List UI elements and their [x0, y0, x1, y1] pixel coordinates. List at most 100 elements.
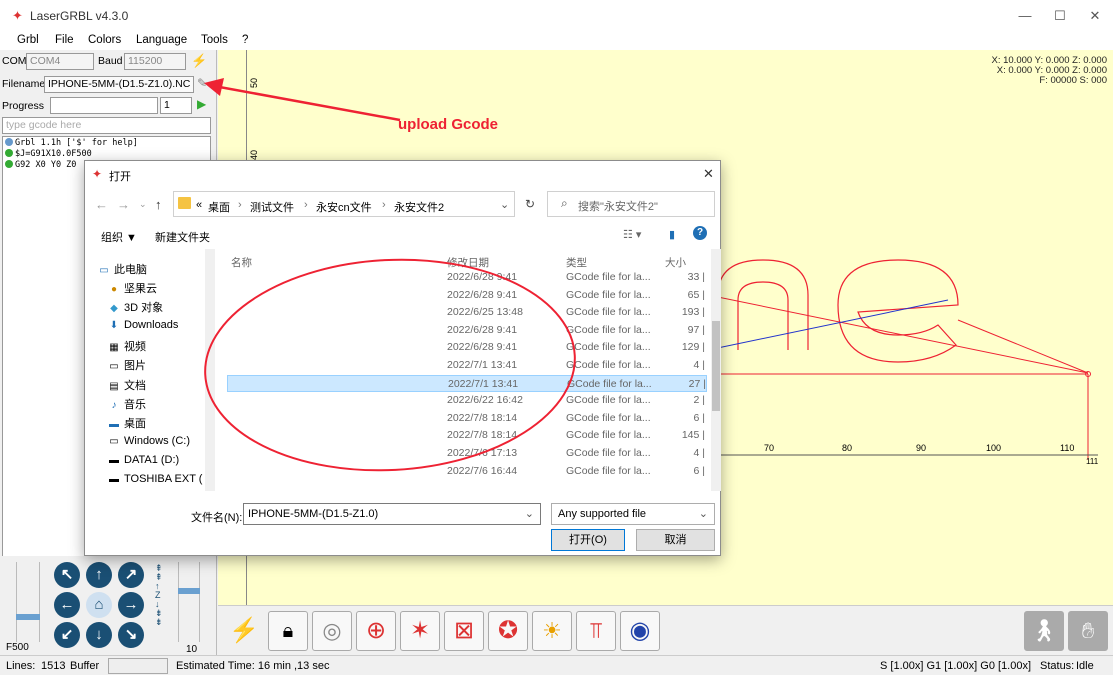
- address-chevron-icon[interactable]: ⌄: [500, 198, 509, 211]
- lightning-icon[interactable]: ⚡: [224, 611, 264, 651]
- buffer-bar: [108, 658, 168, 674]
- cancel-button[interactable]: 取消: [636, 529, 715, 551]
- address-bar[interactable]: « 桌面 › 测试文件 › 永安cn文件 › 永安文件2 ⌄: [173, 191, 515, 217]
- nav-item-music[interactable]: ♪ 音乐: [107, 396, 147, 412]
- menu-bar: Grbl File Colors Language Tools ?: [0, 32, 1113, 50]
- step-value: 10: [186, 644, 198, 655]
- new-folder-button[interactable]: 新建文件夹: [155, 229, 210, 245]
- console-line: $J=G91X10.0F500: [5, 149, 208, 160]
- refresh-icon[interactable]: ↻: [525, 197, 535, 211]
- scroll-thumb[interactable]: [712, 321, 720, 411]
- minimize-button[interactable]: —: [1010, 6, 1040, 26]
- breadcrumb-item[interactable]: 永安cn文件: [316, 199, 372, 215]
- menu-file[interactable]: File: [55, 34, 74, 46]
- nav-item-3d-objects[interactable]: ◆ 3D 对象: [107, 299, 163, 315]
- jog-down-left-button[interactable]: ↙: [54, 622, 80, 648]
- annotation-label: upload Gcode: [398, 116, 499, 133]
- breadcrumb-overflow[interactable]: «: [196, 199, 202, 211]
- file-size: 6 |: [693, 464, 705, 477]
- annotation-circle: [204, 258, 576, 472]
- feed-slider[interactable]: [16, 562, 40, 642]
- step-slider-thumb[interactable]: [178, 588, 200, 594]
- jog-up-button[interactable]: ↑: [86, 562, 112, 588]
- open-button[interactable]: 打开(O): [551, 529, 625, 551]
- dialog-close-icon[interactable]: ✕: [703, 166, 714, 182]
- status-value: Idle: [1076, 660, 1094, 672]
- nav-item-drive-d[interactable]: ▬ DATA1 (D:): [107, 454, 179, 466]
- help-icon[interactable]: ?: [693, 226, 707, 240]
- jog-left-button[interactable]: ←: [54, 592, 80, 618]
- gcode-input[interactable]: type gcode here: [2, 117, 211, 134]
- feed-slider-thumb[interactable]: [16, 614, 40, 620]
- file-size: 4 |: [693, 359, 705, 371]
- filename-chevron-icon[interactable]: ⌄: [525, 507, 534, 520]
- search-icon: ⌕: [561, 196, 568, 210]
- laser-pointer-icon[interactable]: ⫪: [576, 611, 616, 651]
- walk-icon[interactable]: 🚶︎: [1024, 611, 1064, 651]
- file-type: GCode file for la...: [566, 306, 651, 319]
- ok-icon: [5, 160, 13, 168]
- nav-item-this-pc[interactable]: ▭ 此电脑: [97, 261, 147, 277]
- back-icon[interactable]: ←: [95, 197, 108, 212]
- lock-icon[interactable]: 🔒︎: [268, 611, 308, 651]
- breadcrumb-item[interactable]: 桌面: [208, 199, 230, 215]
- column-size[interactable]: 大小: [665, 255, 686, 270]
- nav-item-downloads[interactable]: ⬇ Downloads: [107, 319, 179, 331]
- search-input[interactable]: 搜索"永安文件2": [547, 191, 715, 217]
- menu-colors[interactable]: Colors: [88, 34, 121, 46]
- com-select[interactable]: COM4: [26, 53, 94, 70]
- nav-item-desktop[interactable]: ▬ 桌面: [107, 415, 146, 431]
- baud-select[interactable]: 115200: [124, 53, 186, 70]
- forward-icon[interactable]: →: [117, 197, 130, 212]
- breadcrumb-item[interactable]: 测试文件: [250, 199, 294, 215]
- step-slider[interactable]: [178, 562, 200, 642]
- filename-label: 文件名(N):: [191, 512, 243, 524]
- breadcrumb-item[interactable]: 永安文件2: [394, 199, 444, 215]
- repeat-count-input[interactable]: 1: [160, 97, 192, 114]
- jog-down-right-button[interactable]: ↘: [118, 622, 144, 648]
- file-size: 193 |: [681, 306, 705, 319]
- connect-icon[interactable]: ⚡: [191, 53, 207, 69]
- jog-down-button[interactable]: ↓: [86, 622, 112, 648]
- stop-hand-icon[interactable]: ✋︎: [1068, 611, 1108, 651]
- ok-icon: [5, 149, 13, 157]
- desktop-icon: ▬: [109, 419, 119, 430]
- z-axis-arrows-icon[interactable]: ⇞ ⇞ ↑ Z ↓ ⇟ ⇟: [155, 564, 163, 627]
- dialog-filename-input[interactable]: IPHONE-5MM-(D1.5-Z1.0) ⌄: [243, 503, 541, 525]
- maximize-button[interactable]: ☐: [1045, 6, 1075, 26]
- view-options-icon[interactable]: ☷ ▾: [623, 228, 641, 241]
- nav-item-videos[interactable]: ▦ 视频: [107, 338, 146, 354]
- computer-icon: ▭: [99, 265, 109, 276]
- circle-star-icon[interactable]: ✪: [488, 611, 528, 651]
- close-button[interactable]: ✕: [1080, 6, 1110, 26]
- organize-button[interactable]: 组织 ▼: [101, 229, 137, 245]
- star-icon[interactable]: ✶: [400, 611, 440, 651]
- frame-icon[interactable]: ⊠: [444, 611, 484, 651]
- menu-tools[interactable]: Tools: [201, 34, 228, 46]
- jog-up-right-button[interactable]: ↗: [118, 562, 144, 588]
- preview-pane-icon[interactable]: ▮: [669, 228, 675, 241]
- menu-language[interactable]: Language: [136, 34, 187, 46]
- buffer-label: Buffer: [70, 660, 100, 672]
- nav-item-pictures[interactable]: ▭ 图片: [107, 357, 146, 373]
- nav-item-toshiba[interactable]: ▬ TOSHIBA EXT (: [107, 473, 202, 485]
- file-type-chevron-icon[interactable]: ⌄: [699, 507, 708, 520]
- globe-icon[interactable]: ◎: [312, 611, 352, 651]
- file-size: 145 |: [681, 429, 705, 442]
- home-button[interactable]: ⌂: [86, 592, 112, 618]
- menu-grbl[interactable]: Grbl: [17, 34, 39, 46]
- target-icon[interactable]: ⊕: [356, 611, 396, 651]
- file-list-scrollbar[interactable]: [711, 249, 721, 491]
- nav-item-jianguoyun[interactable]: ● 坚果云: [107, 280, 157, 296]
- nav-item-documents[interactable]: ▤ 文档: [107, 377, 146, 393]
- up-folder-icon[interactable]: ↑: [155, 197, 162, 212]
- file-type-select[interactable]: Any supported file ⌄: [551, 503, 715, 525]
- jog-up-left-button[interactable]: ↖: [54, 562, 80, 588]
- com-label: COM: [2, 55, 27, 67]
- nav-item-drive-c[interactable]: ▭ Windows (C:): [107, 435, 190, 447]
- color-wheel-icon[interactable]: ◉: [620, 611, 660, 651]
- menu-help[interactable]: ?: [242, 34, 248, 46]
- history-chevron-icon[interactable]: ⌄: [139, 199, 147, 210]
- bulb-icon[interactable]: ☀: [532, 611, 572, 651]
- jog-right-button[interactable]: →: [118, 592, 144, 618]
